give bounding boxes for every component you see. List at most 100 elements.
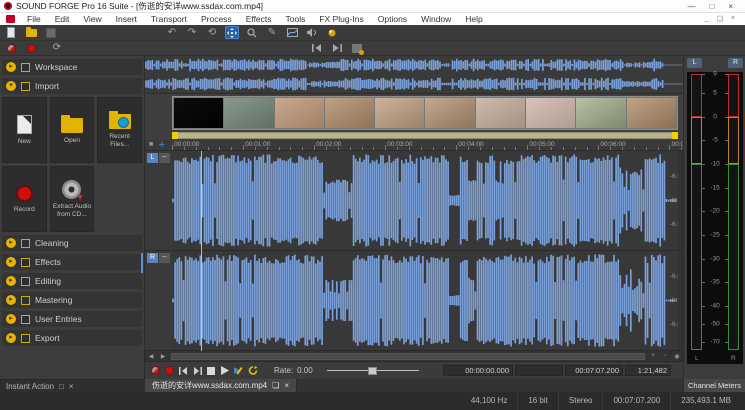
pencil-tool-button[interactable]: ✎ xyxy=(265,26,279,39)
doc-restore-button[interactable]: ❏ xyxy=(717,15,723,23)
meter-right-button[interactable]: R xyxy=(728,58,743,68)
channel-meters-tab[interactable]: Channel Meters □ xyxy=(684,379,745,392)
paint-tool-button[interactable] xyxy=(325,26,339,39)
magnify-tool-button[interactable] xyxy=(245,26,259,39)
loop-playback-button[interactable]: ⟳ xyxy=(50,42,64,55)
channel-left-badge[interactable]: L xyxy=(147,153,158,163)
menu-file[interactable]: File xyxy=(20,13,48,25)
channel-right-badge[interactable]: R xyxy=(147,253,158,263)
record-remote-button[interactable] xyxy=(148,364,162,377)
menu-options[interactable]: Options xyxy=(371,13,414,25)
minimize-button[interactable]: — xyxy=(687,1,695,12)
import-recent-files-button[interactable]: Recent Files... xyxy=(97,97,142,163)
scroll-right-button[interactable]: ▶ xyxy=(157,353,169,360)
loop-end-marker[interactable] xyxy=(672,132,678,139)
go-to-start-button[interactable] xyxy=(176,364,190,377)
sidebar-section-editing[interactable]: ▸ Editing xyxy=(2,273,142,289)
rate-slider[interactable] xyxy=(327,364,419,377)
go-to-start-button-top[interactable] xyxy=(310,42,324,55)
ruler-tick xyxy=(208,147,209,150)
waveform-right[interactable] xyxy=(172,251,678,350)
instant-action-tab[interactable]: Instant Action □ × xyxy=(0,379,145,392)
menu-effects[interactable]: Effects xyxy=(239,13,279,25)
close-button[interactable]: × xyxy=(728,1,733,12)
document-tab[interactable]: 伤逝的安详www.ssdax.com.mp4 ❏ × xyxy=(145,379,297,392)
meter-tick xyxy=(702,117,705,118)
import-open-button[interactable]: Open xyxy=(50,97,95,163)
play-button[interactable] xyxy=(218,364,232,377)
menu-edit[interactable]: Edit xyxy=(48,13,77,25)
menu-fx-plug-ins[interactable]: FX Plug-Ins xyxy=(312,13,370,25)
redo-button[interactable]: ↷ xyxy=(185,26,199,39)
loop-start-marker[interactable] xyxy=(172,132,178,139)
tab-close-icon[interactable]: × xyxy=(284,381,289,390)
menu-window[interactable]: Window xyxy=(414,13,458,25)
import-new-button[interactable]: New xyxy=(2,97,47,163)
undo-button[interactable]: ↶ xyxy=(165,26,179,39)
meter-left-button[interactable]: L xyxy=(687,58,702,68)
repeat-button[interactable]: ⟲ xyxy=(205,26,219,39)
rate-slider-handle[interactable] xyxy=(368,367,377,375)
loop-region-bar[interactable] xyxy=(172,132,678,139)
ruler-tick xyxy=(492,147,493,150)
scroll-left-button[interactable]: ◀ xyxy=(145,353,157,360)
menu-help[interactable]: Help xyxy=(458,13,489,25)
doc-close-button[interactable]: × xyxy=(731,15,735,23)
menu-process[interactable]: Process xyxy=(194,13,239,25)
channel-left-minimize-button[interactable]: – xyxy=(159,153,170,163)
maximize-button[interactable]: □ xyxy=(709,1,714,12)
record-button-top[interactable] xyxy=(24,42,38,55)
sidebar-section-cleaning[interactable]: ▸ Cleaning xyxy=(2,235,142,251)
meter-display[interactable]: L R 950-5-10-15-20-25-30-35-40-50-70 xyxy=(687,72,743,364)
tab-restore-icon[interactable]: ❏ xyxy=(272,381,279,390)
doc-minimize-button[interactable]: _ xyxy=(705,15,709,23)
menu-tools[interactable]: Tools xyxy=(279,13,313,25)
record-remote-button[interactable] xyxy=(4,42,18,55)
marker-tool-icon[interactable]: ✛ xyxy=(159,141,165,149)
new-file-button[interactable] xyxy=(4,26,18,39)
stop-button[interactable] xyxy=(204,364,218,377)
envelope-tool-button[interactable] xyxy=(285,26,299,39)
sidebar-section-user-entries[interactable]: ▸ User Entries xyxy=(2,311,142,327)
open-file-button[interactable] xyxy=(24,26,38,39)
video-thumbnail-strip xyxy=(172,96,678,130)
save-button[interactable] xyxy=(44,26,58,39)
go-to-end-button[interactable] xyxy=(190,364,204,377)
zoom-in-time-button[interactable]: + xyxy=(647,353,659,359)
channel-right[interactable]: R – -6.0 -Inf. -6.0 xyxy=(145,251,683,351)
sidebar-scroll-indicator[interactable] xyxy=(141,253,143,273)
sidebar-section-mastering[interactable]: ▸ Mastering xyxy=(2,292,142,308)
close-icon[interactable]: × xyxy=(69,382,74,391)
audio-event-tool-button[interactable] xyxy=(305,26,319,39)
lock-icon[interactable]: ■ xyxy=(149,141,153,148)
sidebar-section-export[interactable]: ▸ Export xyxy=(2,330,142,346)
menu-transport[interactable]: Transport xyxy=(144,13,194,25)
sidebar-section-import[interactable]: ▾ Import xyxy=(2,78,142,94)
time-ruler[interactable]: ■ ✛ 00:00:0000:01:0000:02:0000:03:0000:0… xyxy=(145,140,683,151)
zoom-tool-button[interactable]: ◉ xyxy=(671,353,683,360)
horizontal-scrollbar[interactable]: ◀ ▶ + − ◉ xyxy=(145,351,683,362)
snapshot-button[interactable] xyxy=(350,42,364,55)
edit-tool-button[interactable] xyxy=(225,26,239,39)
loop-button[interactable] xyxy=(246,364,260,377)
sidebar-section-workspace[interactable]: ▸ Workspace xyxy=(2,59,142,75)
menu-view[interactable]: View xyxy=(76,13,108,25)
overview-waveform[interactable] xyxy=(145,56,683,94)
channel-left[interactable]: L – -6.0 -Inf. -6.0 xyxy=(145,151,683,251)
play-plugin-chain-button[interactable] xyxy=(232,364,246,377)
go-to-end-button-top[interactable] xyxy=(330,42,344,55)
zoom-out-time-button[interactable]: − xyxy=(659,353,671,359)
meter-zone xyxy=(728,164,739,350)
record-button[interactable] xyxy=(162,364,176,377)
channel-right-minimize-button[interactable]: – xyxy=(159,253,170,263)
meter-tick xyxy=(702,259,705,260)
import-extract-cd-button[interactable]: Extract Audio from CD... xyxy=(50,166,95,232)
import-record-button[interactable]: Record xyxy=(2,166,47,232)
channels-area[interactable]: L – -6.0 -Inf. -6.0 R – -6.0 -Inf. -6.0 xyxy=(145,151,683,351)
scrollbar-thumb[interactable] xyxy=(171,353,645,360)
pin-icon[interactable]: □ xyxy=(59,382,64,391)
waveform-left[interactable] xyxy=(172,151,678,250)
menu-insert[interactable]: Insert xyxy=(109,13,144,25)
ruler-tick xyxy=(362,147,363,150)
sidebar-section-effects[interactable]: ▸ Effects xyxy=(2,254,142,270)
